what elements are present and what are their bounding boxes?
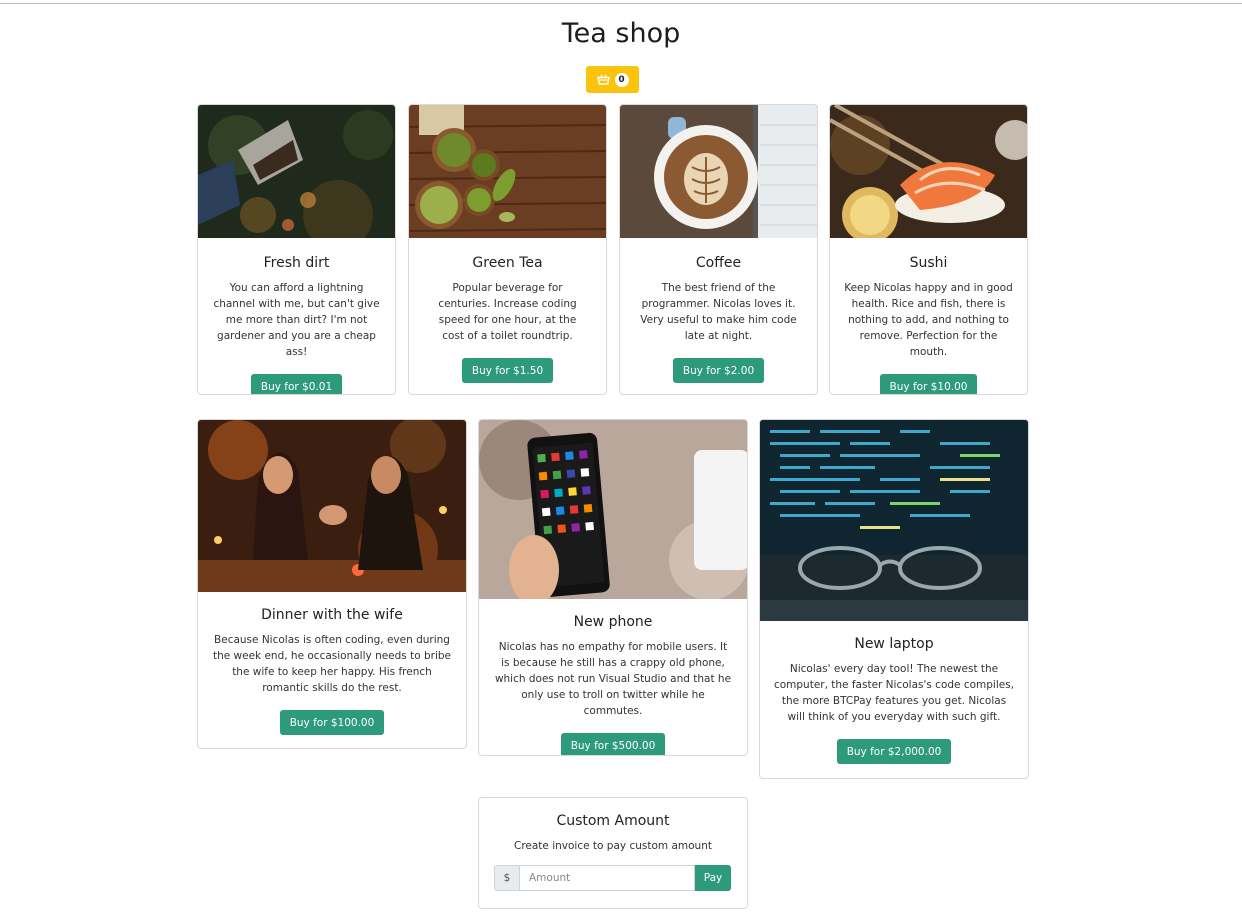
custom-amount-card: Custom Amount Create invoice to pay cust…: [478, 797, 748, 909]
product-card-dinner-with-the-wife: Dinner with the wife Because Nicolas is …: [197, 419, 467, 749]
pay-button[interactable]: Pay: [695, 865, 731, 891]
product-image-sushi: [830, 105, 1027, 238]
buy-button-new-phone[interactable]: Buy for $500.00: [560, 733, 666, 755]
product-card-new-laptop: New laptop Nicolas' every day tool! The …: [759, 419, 1029, 779]
product-image-new-laptop: [760, 420, 1028, 621]
product-description: The best friend of the programmer. Nicol…: [640, 282, 797, 342]
custom-amount-title: Custom Amount: [556, 813, 670, 829]
amount-input[interactable]: [519, 865, 695, 891]
buy-button-new-laptop[interactable]: Buy for $2,000.00: [836, 739, 952, 764]
top-divider: [0, 3, 1242, 4]
buy-button-dinner[interactable]: Buy for $100.00: [279, 710, 385, 735]
product-image-coffee: [620, 105, 817, 238]
product-title: New laptop: [854, 636, 934, 652]
product-title: Dinner with the wife: [261, 607, 403, 623]
buy-button-fresh-dirt[interactable]: Buy for $0.01: [250, 374, 343, 394]
product-card-fresh-dirt: Fresh dirt You can afford a lightning ch…: [197, 104, 396, 395]
product-description: Popular beverage for centuries. Increase…: [438, 282, 577, 342]
product-image-new-phone: [479, 420, 747, 599]
product-description: Nicolas' every day tool! The newest the …: [773, 663, 1015, 723]
product-image-dinner: [198, 420, 466, 592]
buy-button-green-tea[interactable]: Buy for $1.50: [461, 358, 554, 383]
product-description: You can afford a lightning channel with …: [213, 282, 380, 358]
custom-amount-description: Create invoice to pay custom amount: [514, 840, 712, 852]
product-title: New phone: [573, 614, 653, 630]
currency-symbol: $: [494, 865, 519, 891]
product-title: Green Tea: [472, 255, 543, 271]
product-description: Because Nicolas is often coding, even du…: [212, 634, 452, 694]
product-image-green-tea: [409, 105, 606, 238]
product-card-green-tea: Green Tea Popular beverage for centuries…: [408, 104, 607, 395]
buy-button-sushi[interactable]: Buy for $10.00: [879, 374, 978, 394]
product-title: Sushi: [909, 255, 948, 271]
product-card-coffee: Coffee The best friend of the programmer…: [619, 104, 818, 395]
product-card-new-phone: New phone Nicolas has no empathy for mob…: [478, 419, 748, 756]
cart-button[interactable]: 0: [586, 66, 639, 93]
product-title: Fresh dirt: [263, 255, 330, 271]
buy-button-coffee[interactable]: Buy for $2.00: [672, 358, 765, 383]
product-description: Nicolas has no empathy for mobile users.…: [494, 641, 732, 717]
product-image-fresh-dirt: [198, 105, 395, 238]
page-title: Tea shop: [561, 18, 681, 49]
basket-icon: [596, 70, 610, 89]
product-card-sushi: Sushi Keep Nicolas happy and in good hea…: [829, 104, 1028, 395]
custom-amount-input-group: $ Pay: [494, 865, 731, 891]
product-description: Keep Nicolas happy and in good health. R…: [844, 282, 1013, 358]
product-title: Coffee: [695, 255, 742, 271]
cart-count-badge: 0: [614, 72, 629, 87]
